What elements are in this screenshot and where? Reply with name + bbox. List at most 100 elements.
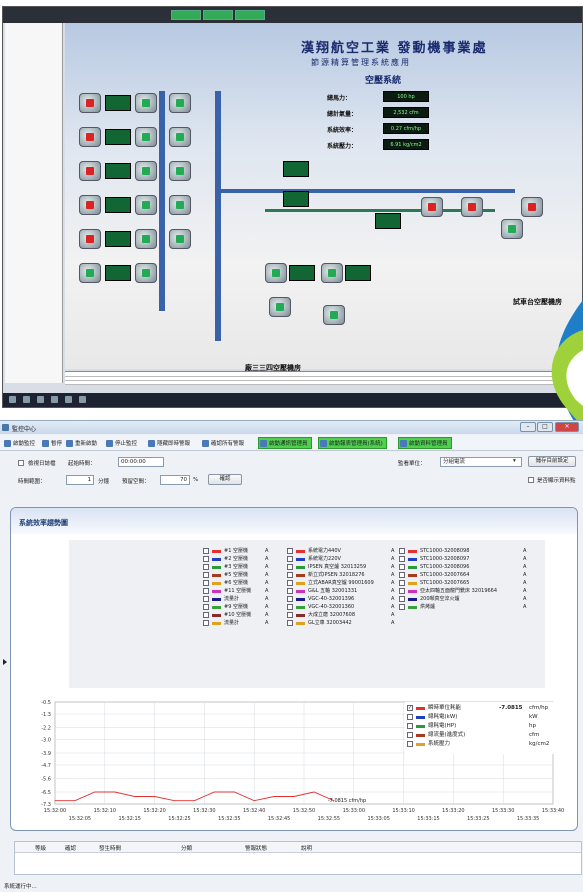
legend-checkbox[interactable] xyxy=(287,556,293,562)
monitor-unit-select[interactable]: 分組電流 xyxy=(440,457,522,467)
history-mode-checkbox[interactable] xyxy=(18,460,24,466)
column-header[interactable]: 警報狀態 xyxy=(245,844,267,852)
legend-checkbox[interactable] xyxy=(399,604,405,610)
legend-checkbox[interactable] xyxy=(287,572,293,578)
start-monitor-button[interactable]: 啟動監控 xyxy=(2,437,39,449)
legend-checkbox[interactable] xyxy=(287,604,293,610)
legend-item[interactable]: 亞太四軸五面龍門銑床 32019664 A xyxy=(399,588,531,595)
legend-checkbox[interactable] xyxy=(287,564,293,570)
legend-item[interactable]: #6 空壓機 A xyxy=(203,580,273,587)
legend-item[interactable]: STC1000-32007664 A xyxy=(399,572,531,579)
legend-checkbox[interactable] xyxy=(399,548,405,554)
value-row[interactable]: 系統壓力 kg/cm2 xyxy=(405,740,555,748)
ack-all-alarms-button[interactable]: 確認所有警報 xyxy=(200,437,248,449)
value-checkbox[interactable]: ✓ xyxy=(407,705,413,711)
stop-monitor-button[interactable]: 停止監控 xyxy=(104,437,141,449)
legend-checkbox[interactable] xyxy=(287,580,293,586)
legend-item[interactable]: #1 空壓機 A xyxy=(203,548,273,555)
value-row[interactable]: 總耗電(HP) hp xyxy=(405,722,555,730)
legend-item[interactable]: #2 空壓機 A xyxy=(203,556,273,563)
legend-checkbox[interactable] xyxy=(203,572,209,578)
legend-item[interactable]: 系統電力440V A xyxy=(287,548,399,555)
legend-item[interactable]: 新立式IPSEN 32018276 A xyxy=(287,572,399,579)
legend-checkbox[interactable] xyxy=(399,564,405,570)
legend-item[interactable]: 烘烤爐 A xyxy=(399,604,531,611)
legend-item[interactable]: STC1000-32008098 A xyxy=(399,548,531,555)
value-checkbox[interactable] xyxy=(407,714,413,720)
legend-item[interactable]: #11 空壓機 A xyxy=(203,588,273,595)
restart-button[interactable]: 重新啟動 xyxy=(64,437,101,449)
legend-checkbox[interactable] xyxy=(203,604,209,610)
legend-checkbox[interactable] xyxy=(287,620,293,626)
confirm-button[interactable]: 確認 xyxy=(208,474,242,485)
legend-checkbox[interactable] xyxy=(399,580,405,586)
legend-item[interactable]: 立式ABAR真空爐 99001609 A xyxy=(287,580,399,587)
value-row[interactable]: 總流量(進度式) cfm xyxy=(405,731,555,739)
legend-unit: A xyxy=(265,620,269,626)
legend-checkbox[interactable] xyxy=(287,612,293,618)
legend-checkbox[interactable] xyxy=(203,612,209,618)
pause-button[interactable]: 暫停 xyxy=(40,437,66,449)
start-time-input[interactable]: 00:00:00 xyxy=(118,457,164,467)
legend-item[interactable]: 流量計 A xyxy=(203,596,273,603)
alarm-table: 等級 確認 發生時間 分類 警報狀態 說明 xyxy=(14,841,582,875)
column-header[interactable]: 分類 xyxy=(181,844,192,852)
legend-item[interactable]: #10 空壓機 A xyxy=(203,612,273,619)
data-manager-button[interactable]: 啟動資料管理員 xyxy=(398,437,452,449)
legend-checkbox[interactable] xyxy=(287,588,293,594)
close-button[interactable]: ✕ xyxy=(555,422,579,432)
value-checkbox[interactable] xyxy=(407,732,413,738)
column-header[interactable]: 等級 xyxy=(35,844,46,852)
legend-item[interactable]: G&L 五軸 32001331 A xyxy=(287,588,399,595)
show-all-checkbox[interactable] xyxy=(528,477,534,483)
minimize-button[interactable]: – xyxy=(520,422,536,432)
legend-item[interactable]: 200噸真空淬火爐 A xyxy=(399,596,531,603)
legend-checkbox[interactable] xyxy=(203,556,209,562)
legend-item[interactable]: #3 空壓機 A xyxy=(203,564,273,571)
legend-item[interactable]: 系統電力220V A xyxy=(287,556,399,563)
legend-item[interactable]: STC1000-32007665 A xyxy=(399,580,531,587)
column-header[interactable]: 確認 xyxy=(65,844,76,852)
legend-item[interactable]: #5 空壓機 A xyxy=(203,572,273,579)
column-header[interactable]: 說明 xyxy=(301,844,312,852)
maximize-button[interactable]: □ xyxy=(537,422,553,432)
hide-alarms-button[interactable]: 隱藏即時警報 xyxy=(146,437,194,449)
value-checkbox[interactable] xyxy=(407,723,413,729)
legend-item[interactable]: STC1000-32008097 A xyxy=(399,556,531,563)
legend-checkbox[interactable] xyxy=(399,596,405,602)
column-header[interactable]: 發生時間 xyxy=(99,844,121,852)
value-row[interactable]: 總耗電(kW) kW xyxy=(405,713,555,721)
legend-checkbox[interactable] xyxy=(203,588,209,594)
legend-checkbox[interactable] xyxy=(399,556,405,562)
event-table xyxy=(65,371,582,385)
preview-input[interactable]: 70 xyxy=(160,475,190,485)
legend-swatch xyxy=(296,582,305,585)
value-row[interactable]: ✓ 瞬時單位耗能 cfm/hp -7.0815 xyxy=(405,704,555,712)
legend-item[interactable]: STC1000-32008096 A xyxy=(399,564,531,571)
legend-checkbox[interactable] xyxy=(287,548,293,554)
legend-item[interactable]: GL立車 32003442 A xyxy=(287,620,399,627)
collapse-arrow-icon[interactable] xyxy=(3,659,7,665)
legend-item[interactable]: 大成立磨 32007608 A xyxy=(287,612,399,619)
legend-swatch xyxy=(296,590,305,593)
comm-manager-button[interactable]: 啟動通訊管理員 xyxy=(258,437,312,449)
save-settings-button[interactable]: 儲存目前設定 xyxy=(528,456,576,467)
legend-item[interactable]: IPSEN 真空爐 32013259 A xyxy=(287,564,399,571)
legend-item[interactable]: VGC-40-32001396 A xyxy=(287,596,399,603)
legend-checkbox[interactable] xyxy=(203,620,209,626)
legend-item[interactable]: 流量計 A xyxy=(203,620,273,627)
legend-checkbox[interactable] xyxy=(399,588,405,594)
legend-checkbox[interactable] xyxy=(203,580,209,586)
chevron-down-icon[interactable]: ▾ xyxy=(513,458,516,464)
time-range-input[interactable]: 1 xyxy=(66,475,94,485)
legend-checkbox[interactable] xyxy=(203,596,209,602)
report-manager-button[interactable]: 啟動報表管理員(系統) xyxy=(318,437,387,449)
legend-item[interactable]: #9 空壓機 A xyxy=(203,604,273,611)
legend-checkbox[interactable] xyxy=(203,548,209,554)
legend-checkbox[interactable] xyxy=(287,596,293,602)
value-checkbox[interactable] xyxy=(407,741,413,747)
legend-checkbox[interactable] xyxy=(203,564,209,570)
legend-checkbox[interactable] xyxy=(399,572,405,578)
legend-item[interactable]: VGC-40-32001360 A xyxy=(287,604,399,611)
legend-unit: A xyxy=(391,572,395,578)
